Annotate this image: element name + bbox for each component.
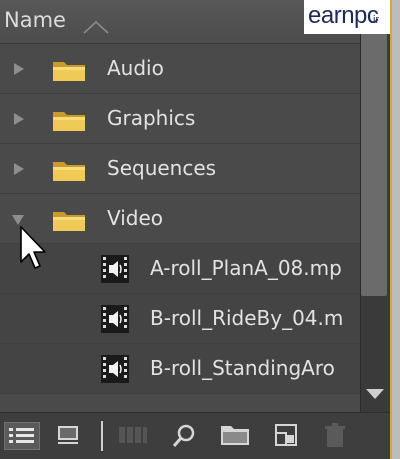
folder-icon (53, 112, 85, 131)
folder-icon (53, 212, 85, 231)
new-item-icon[interactable] (274, 423, 298, 447)
expand-triangle-icon[interactable] (13, 162, 25, 176)
zoom-slider-handle[interactable] (101, 421, 103, 451)
clip-label: A-roll_PlanA_08.mp (150, 256, 342, 280)
clip-label: B-roll_RideBy_04.m (150, 306, 344, 330)
bin-label: Audio (107, 56, 164, 80)
clip-row[interactable]: B-roll_RideBy_04.m (0, 294, 360, 344)
audio-video-clip-icon (101, 305, 129, 333)
scroll-down-arrow-icon[interactable] (364, 386, 386, 402)
folder-icon (53, 62, 85, 81)
bin-row-sequences[interactable]: Sequences (0, 144, 360, 194)
project-panel: Name Audio Graphics Sequences Video A-ro… (0, 0, 400, 459)
name-column-label[interactable]: Name (4, 8, 66, 32)
clip-row[interactable]: B-roll_StandingAro (0, 344, 360, 394)
expand-triangle-icon[interactable] (13, 112, 25, 126)
list-view-icon[interactable] (4, 422, 40, 450)
bottom-toolbar (0, 412, 390, 459)
clear-icon[interactable] (324, 423, 346, 449)
watermark-suffix: .ir (370, 14, 380, 26)
watermark-text: earnpc (308, 2, 379, 29)
clip-label: B-roll_StandingAro (150, 356, 335, 380)
find-icon[interactable] (172, 423, 196, 449)
bin-row-video[interactable]: Video (0, 194, 360, 244)
bin-row-graphics[interactable]: Graphics (0, 94, 360, 144)
automate-to-sequence-icon[interactable] (118, 423, 148, 447)
new-bin-icon[interactable] (220, 423, 250, 447)
audio-video-clip-icon (101, 255, 129, 283)
watermark-logo: earnpc .ir (304, 0, 390, 34)
collapse-triangle-icon[interactable] (11, 214, 25, 226)
window-edge (392, 0, 400, 459)
bin-label: Video (107, 206, 164, 230)
mouse-pointer-icon (20, 226, 46, 269)
bin-row-audio[interactable]: Audio (0, 44, 360, 94)
bin-label: Sequences (107, 156, 217, 180)
audio-video-clip-icon (101, 355, 129, 383)
chevron-up-icon[interactable] (83, 20, 109, 34)
folder-icon (53, 162, 85, 181)
scrollbar-thumb[interactable] (361, 6, 387, 296)
project-item-list: Audio Graphics Sequences Video A-roll_Pl… (0, 44, 360, 412)
expand-triangle-icon[interactable] (13, 62, 25, 76)
clip-row[interactable]: A-roll_PlanA_08.mp (0, 244, 360, 294)
bin-label: Graphics (107, 106, 196, 130)
icon-view-icon[interactable] (56, 423, 80, 447)
